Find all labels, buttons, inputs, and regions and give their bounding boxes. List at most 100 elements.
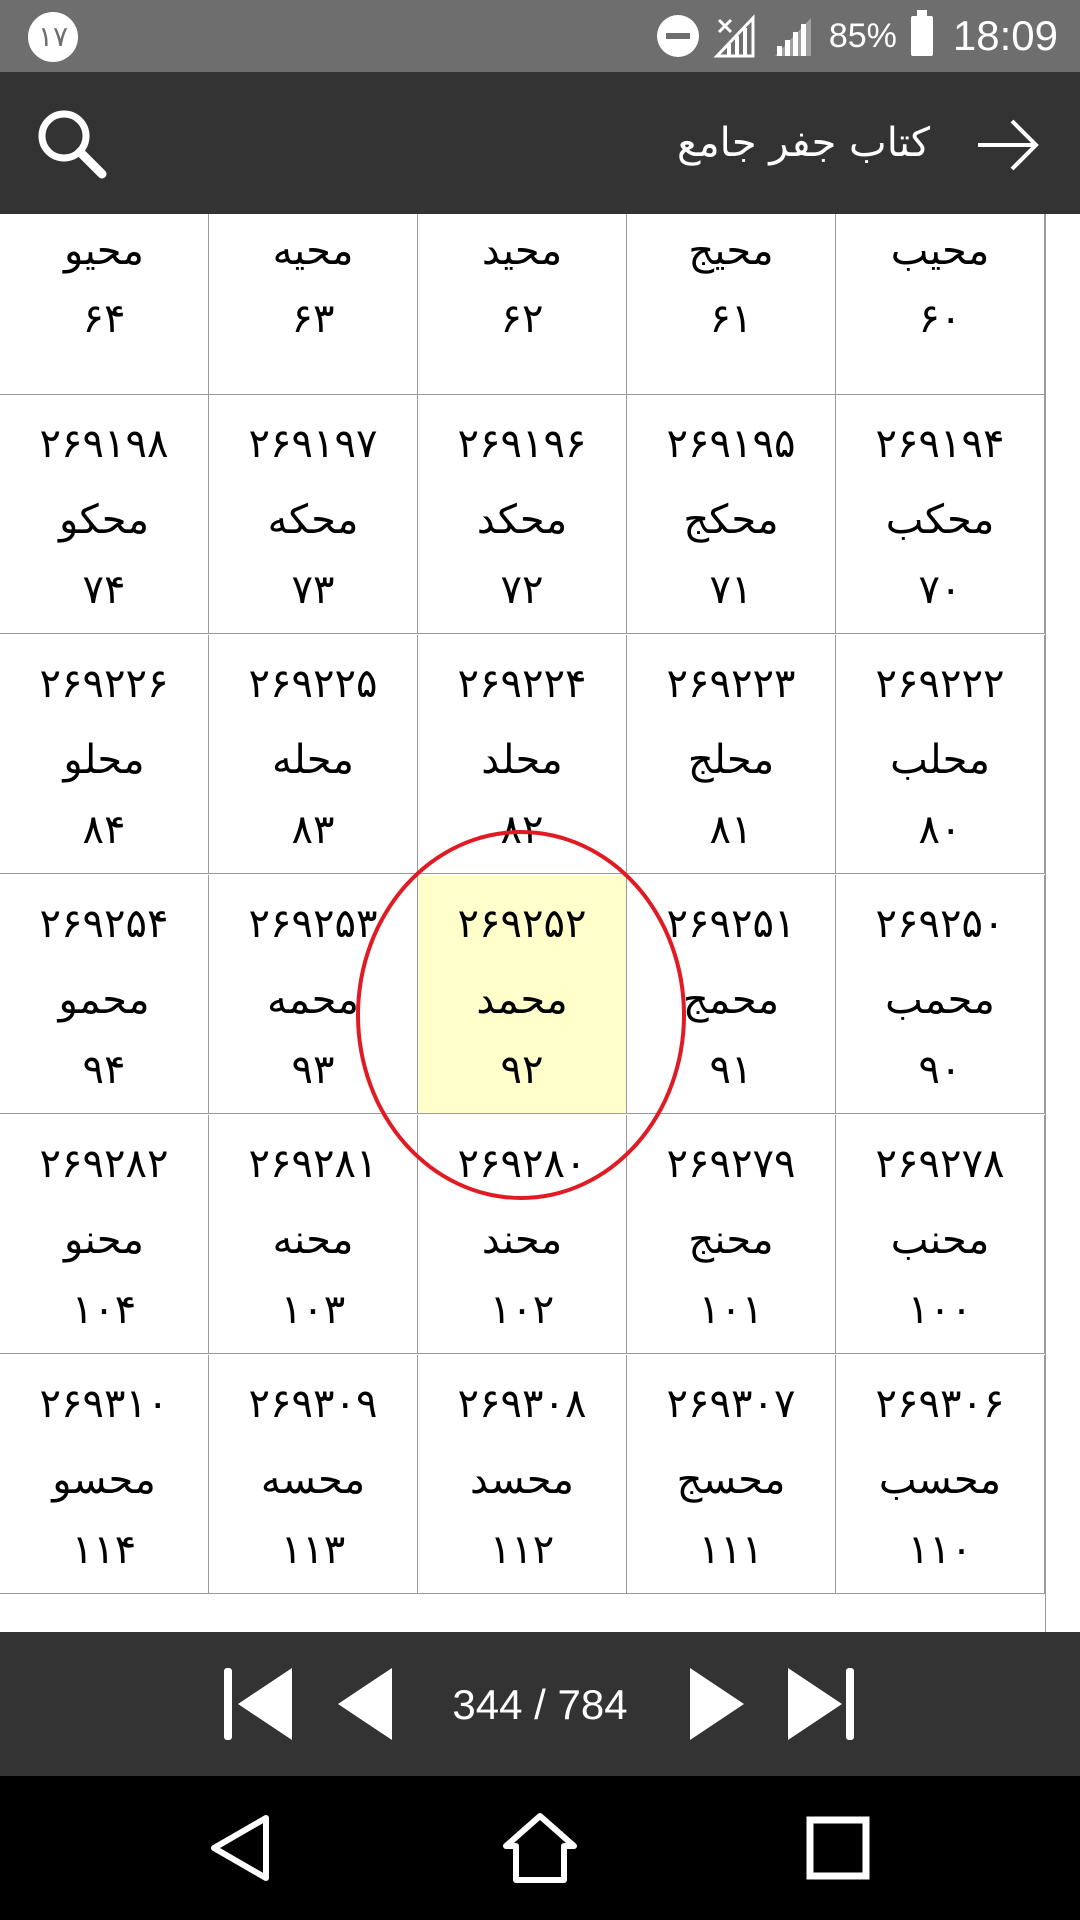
nav-back-icon[interactable] [204,1810,280,1886]
do-not-disturb-icon [656,15,699,57]
cell-number: ۲۶۹۲۲۳ [666,661,796,707]
signal-no-service-icon [713,14,755,58]
table-cell[interactable]: ۲۶۹۳۰۸ محسد ۱۱۲ [418,1355,627,1594]
app-bar: کتاب جفر جامع [0,72,1080,214]
notification-badge: ۱۷ [28,12,78,62]
cell-number: ۲۶۹۲۲۲ [875,661,1005,707]
first-page-icon[interactable] [220,1664,300,1744]
cell-word: محیه [272,228,354,274]
page-title: کتاب جفر جامع [676,120,930,166]
table-cell[interactable]: ۲۶۹۱۶۷محیج۶۱ [627,214,836,395]
cell-index: ۹۳ [291,1047,335,1093]
table-cell[interactable]: ۲۶۹۱۶۸محید۶۲ [418,214,627,395]
table-cell[interactable]: ۲۶۹۲۵۰ محمب ۹۰ [836,875,1045,1114]
last-page-icon[interactable] [780,1664,860,1744]
arrow-right-icon[interactable] [974,110,1044,180]
table-cell[interactable]: ۲۶۹۲۵۳ محمه ۹۳ [209,875,418,1114]
table-cell[interactable]: ۲۶۹۱۷۰محیو۶۴ [0,214,209,395]
cell-index: ۹۴ [82,1047,126,1093]
search-icon[interactable] [32,104,112,184]
cell-number: ۲۶۹۲۲۵ [248,661,378,707]
cell-index: ۱۰۰ [907,1287,973,1333]
table-cell[interactable]: ۲۶۹۲۲۶ محلو ۸۴ [0,635,209,874]
cell-index: ۷۴ [82,567,126,613]
cell-number: ۲۶۹۲۲۶ [39,661,169,707]
table-cell[interactable]: ۲۶۹۲۵۱ محمج ۹۱ [627,875,836,1114]
cell-index: ۶۳ [291,296,335,342]
system-nav-bar [0,1776,1080,1920]
signal-icon [774,18,811,56]
cell-index: ۱۰۳ [280,1287,346,1333]
cell-word: محنو [64,1217,144,1263]
cell-index: ۶۱ [709,296,753,342]
cell-number: ۲۶۹۳۰۸ [457,1381,587,1427]
cell-word: محنه [272,1217,354,1263]
table-cell[interactable]: ۲۶۹۲۵۴ محمو ۹۴ [0,875,209,1114]
cell-index: ۱۰۴ [71,1287,137,1333]
table-cell[interactable]: ۲۶۹۱۶۶محیب۶۰ [836,214,1045,395]
cell-number: ۲۶۹۳۱۰ [39,1381,169,1427]
table-cell[interactable]: ۲۶۹۲۷۸ محنب ۱۰۰ [836,1115,1045,1354]
cell-word: محلو [63,737,145,783]
pager-bar: 344 / 784 [0,1632,1080,1776]
table-cell[interactable]: ۲۶۹۳۰۷ محسج ۱۱۱ [627,1355,836,1594]
cell-word: محیج [688,228,774,274]
cell-number: ۲۶۹۲۷۸ [875,1141,1005,1187]
cell-word: محلج [687,737,775,783]
cell-index: ۱۰۲ [489,1287,555,1333]
table-cell[interactable]: ۲۶۹۳۰۶ محسب ۱۱۰ [836,1355,1045,1594]
cell-word: محند [481,1217,563,1263]
cell-word: محسج [676,1457,786,1503]
battery-icon [910,10,933,56]
next-page-icon[interactable] [680,1664,760,1744]
cell-number: ۲۶۹۲۵۲ [457,901,587,947]
cell-word: محکو [59,497,149,543]
table-cell[interactable]: ۲۶۹۲۸۱ محنه ۱۰۳ [209,1115,418,1354]
nav-recents-icon[interactable] [800,1810,876,1886]
cell-index: ۷۰ [918,567,962,613]
cell-word: محمو [58,977,150,1023]
table-cell[interactable]: ۲۶۹۲۲۵ محله ۸۳ [209,635,418,874]
cell-number: ۲۶۹۱۹۸ [39,421,169,467]
jafr-table: ۲۶۹۱۷۰محیو۶۴۲۶۹۱۶۹محیه۶۳۲۶۹۱۶۸محید۶۲۲۶۹۱… [0,214,1080,1632]
cell-number: ۲۶۹۲۵۱ [666,901,796,947]
cell-number: ۲۶۹۲۸۱ [248,1141,378,1187]
cell-number: ۲۶۹۳۰۷ [666,1381,796,1427]
cell-number: ۲۶۹۳۰۹ [248,1381,378,1427]
page-indicator: 344 / 784 [452,1681,628,1728]
nav-home-icon[interactable] [502,1810,578,1886]
previous-page-icon[interactable] [330,1664,410,1744]
cell-index: ۸۴ [82,807,126,853]
cell-number: ۲۶۹۲۸۰ [457,1141,587,1187]
clock: 18:09 [952,12,1058,59]
cell-index: ۷۳ [291,567,335,613]
status-icons: 85% 18:09 [656,0,1058,72]
cell-index: ۱۰۱ [698,1287,764,1333]
table-cell[interactable]: ۲۶۹۳۰۹ محسه ۱۱۳ [209,1355,418,1594]
cell-number: ۲۶۹۱۹۵ [666,421,796,467]
cell-word: محسه [260,1457,366,1503]
table-cell[interactable]: ۲۶۹۳۱۰ محسو ۱۱۴ [0,1355,209,1594]
cell-index: ۱۱۱ [698,1527,764,1573]
table-cell[interactable]: ۲۶۹۲۲۲ محلب ۸۰ [836,635,1045,874]
cell-number: ۲۶۹۲۵۰ [875,901,1005,947]
table-cell[interactable]: ۲۶۹۱۹۶ محکد ۷۲ [418,395,627,634]
table-cell[interactable]: ۲۶۹۱۹۴ محکب ۷۰ [836,395,1045,634]
cell-word: محیو [64,228,144,274]
cell-number: ۲۶۹۲۷۹ [666,1141,796,1187]
table-cell-highlighted[interactable]: ۲۶۹۲۵۲ محمد ۹۲ [418,875,627,1114]
cell-number: ۲۶۹۱۹۶ [457,421,587,467]
table-cell[interactable]: ۲۶۹۲۷۹ محنج ۱۰۱ [627,1115,836,1354]
column-edge [1045,214,1046,1632]
table-cell[interactable]: ۲۶۹۱۹۷ محکه ۷۳ [209,395,418,634]
table-cell[interactable]: ۲۶۹۱۹۵ محکج ۷۱ [627,395,836,634]
cell-word: محمه [267,977,359,1023]
table-cell[interactable]: ۲۶۹۲۸۰ محند ۱۰۲ [418,1115,627,1354]
table-cell[interactable]: ۲۶۹۱۹۸ محکو ۷۴ [0,395,209,634]
cell-number: ۲۶۹۲۲۴ [457,661,587,707]
table-cell[interactable]: ۲۶۹۲۲۴ محلد ۸۲ [418,635,627,874]
cell-word: محله [272,737,354,783]
table-cell[interactable]: ۲۶۹۲۲۳ محلج ۸۱ [627,635,836,874]
table-cell[interactable]: ۲۶۹۱۶۹محیه۶۳ [209,214,418,395]
table-cell[interactable]: ۲۶۹۲۸۲ محنو ۱۰۴ [0,1115,209,1354]
